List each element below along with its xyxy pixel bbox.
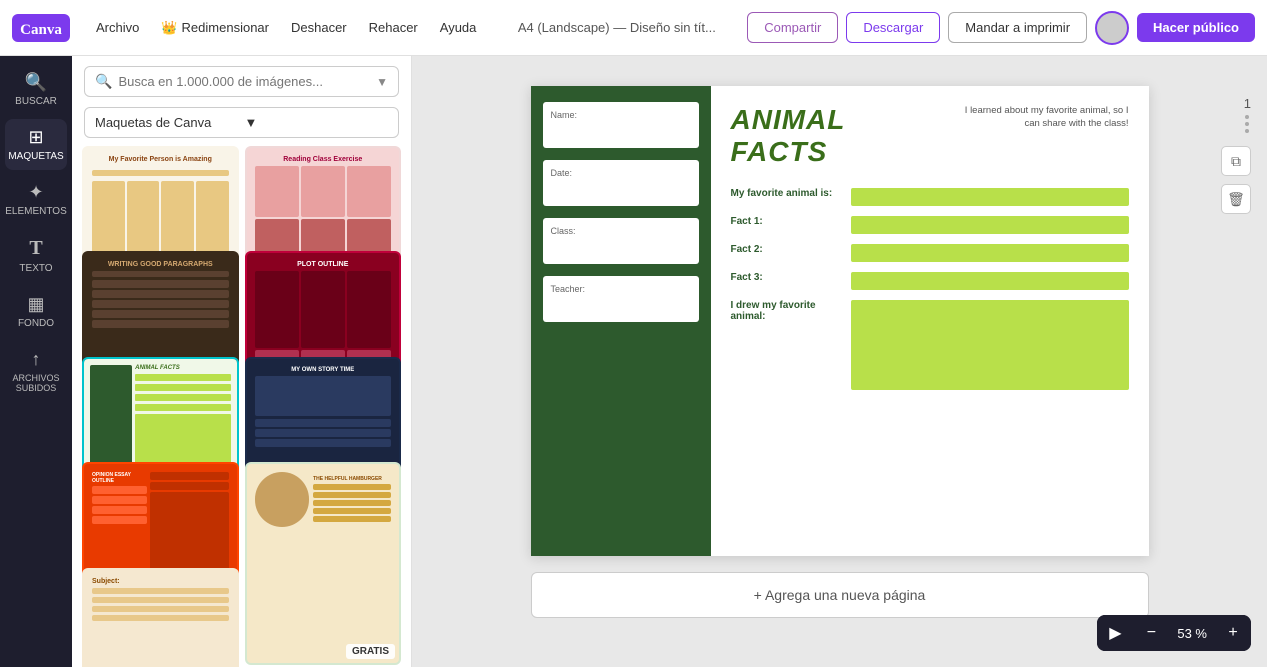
avatar[interactable] <box>1095 11 1129 45</box>
page-dot <box>1245 115 1249 119</box>
design-subtitle: I learned about my favorite animal, so I… <box>949 104 1129 131</box>
archivos-icon: ↑ <box>32 349 41 370</box>
page-actions: ⧉ 🗑 <box>1221 146 1251 214</box>
row-bar-fact2 <box>851 244 1129 262</box>
sidebar-item-label-archivos: ARCHIVOSSUBIDOS <box>12 373 59 393</box>
main-area: 🔍 BUSCAR ⊞ MAQUETAS ✦ ELEMENTOS T TEXTO … <box>0 56 1267 667</box>
design-row-favorite-animal: My favorite animal is: <box>731 188 1129 206</box>
sidebar-item-archivos[interactable]: ↑ ARCHIVOSSUBIDOS <box>5 341 67 401</box>
zoom-level: 53 % <box>1169 626 1215 641</box>
copy-page-button[interactable]: ⧉ <box>1221 146 1251 176</box>
sidebar-item-label-texto: TEXTO <box>19 263 52 274</box>
row-label-fact2: Fact 2: <box>731 244 841 255</box>
zoom-bar: ▶ − 53 % + <box>1097 615 1251 651</box>
design-page: Name: Date: Class: Teacher: ANIMAL FACTS… <box>531 86 1149 556</box>
elementos-icon: ✦ <box>28 182 43 203</box>
canvas-area: 1 ⧉ 🗑 Name: Date: Class: <box>412 56 1267 667</box>
field-class-label: Class: <box>551 226 691 236</box>
topbar: Canva Archivo 👑 Redimensionar Deshacer R… <box>0 0 1267 56</box>
row-label-favorite: My favorite animal is: <box>731 188 841 199</box>
field-date[interactable]: Date: <box>543 160 699 206</box>
add-page-row: + Agrega una nueva página <box>531 572 1149 618</box>
search-panel-icon: 🔍 <box>95 73 112 90</box>
design-row-fact1: Fact 1: <box>731 216 1129 234</box>
template-card-9[interactable]: Subject: <box>82 568 239 667</box>
row-bar-fact1 <box>851 216 1129 234</box>
field-teacher[interactable]: Teacher: <box>543 276 699 322</box>
share-button[interactable]: Compartir <box>747 12 838 43</box>
page-number-bar: 1 <box>1244 96 1251 133</box>
design-main-title: ANIMAL FACTS <box>731 104 949 168</box>
page-number: 1 <box>1244 96 1251 111</box>
gratis-badge-8: GRATIS <box>346 644 395 659</box>
design-row-fact3: Fact 3: <box>731 272 1129 290</box>
maquetas-icon: ⊞ <box>28 127 43 148</box>
sidebar-item-fondo[interactable]: ▦ FONDO <box>5 286 67 337</box>
page-dot <box>1245 122 1249 126</box>
crown-icon: 👑 <box>161 20 177 36</box>
panel-dropdown-row: Maquetas de Canva ▼ <box>72 103 411 146</box>
menu-redimensionar[interactable]: 👑 Redimensionar <box>151 14 279 42</box>
row-bar-fact3 <box>851 272 1129 290</box>
search-input[interactable] <box>118 74 370 89</box>
menu-rehacer[interactable]: Rehacer <box>359 14 428 41</box>
row-bar-drew <box>851 300 1129 390</box>
sidebar-item-buscar[interactable]: 🔍 BUSCAR <box>5 64 67 115</box>
sidebar-item-texto[interactable]: T TEXTO <box>5 229 67 282</box>
zoom-out-button[interactable]: − <box>1133 615 1169 651</box>
row-bar-favorite <box>851 188 1129 206</box>
zoom-in-button[interactable]: + <box>1215 615 1251 651</box>
download-button[interactable]: Descargar <box>846 12 940 43</box>
sidebar-item-label-fondo: FONDO <box>18 318 54 329</box>
panel-category-dropdown[interactable]: Maquetas de Canva ▼ <box>84 107 399 138</box>
fondo-icon: ▦ <box>27 294 44 315</box>
row-label-fact3: Fact 3: <box>731 272 841 283</box>
menu-ayuda[interactable]: Ayuda <box>430 14 487 41</box>
design-title[interactable]: A4 (Landscape) — Diseño sin tít... <box>494 20 739 35</box>
field-name-label: Name: <box>551 110 691 120</box>
field-name[interactable]: Name: <box>543 102 699 148</box>
panel-search-container: 🔍 ▼ <box>84 66 399 97</box>
design-row-drew: I drew my favorite animal: <box>731 300 1129 390</box>
templates-grid: My Favorite Person is Amazing <box>72 146 411 667</box>
sidebar-item-maquetas[interactable]: ⊞ MAQUETAS <box>5 119 67 170</box>
row-label-drew: I drew my favorite animal: <box>731 300 841 322</box>
panel-search-row: 🔍 ▼ <box>72 56 411 103</box>
design-left-column: Name: Date: Class: Teacher: <box>531 86 711 556</box>
field-class[interactable]: Class: <box>543 218 699 264</box>
field-teacher-label: Teacher: <box>551 284 691 294</box>
menu-deshacer[interactable]: Deshacer <box>281 14 357 41</box>
sidebar-item-label-elementos: ELEMENTOS <box>5 206 67 217</box>
sidebar-item-elementos[interactable]: ✦ ELEMENTOS <box>5 174 67 225</box>
panel: 🔍 ▼ Maquetas de Canva ▼ My Favorite Pers… <box>72 56 412 667</box>
design-right-column: ANIMAL FACTS I learned about my favorite… <box>711 86 1149 556</box>
texto-icon: T <box>29 237 42 260</box>
dropdown-arrow-icon: ▼ <box>245 115 389 130</box>
topbar-right: Compartir Descargar Mandar a imprimir Ha… <box>747 11 1255 45</box>
page-dots <box>1245 115 1249 133</box>
delete-page-button[interactable]: 🗑 <box>1221 184 1251 214</box>
search-icon: 🔍 <box>25 72 47 93</box>
topbar-menu: Archivo 👑 Redimensionar Deshacer Rehacer… <box>86 14 486 42</box>
field-date-label: Date: <box>551 168 691 178</box>
page-dot <box>1245 129 1249 133</box>
sidebar-item-label-maquetas: MAQUETAS <box>8 151 63 162</box>
make-public-button[interactable]: Hacer público <box>1137 13 1255 42</box>
category-label: Maquetas de Canva <box>95 115 239 130</box>
template-card-8[interactable]: THE HELPFUL HAMBURGER GRATIS <box>245 462 402 665</box>
menu-archivo[interactable]: Archivo <box>86 14 149 41</box>
canva-logo[interactable]: Canva <box>12 12 70 44</box>
row-label-fact1: Fact 1: <box>731 216 841 227</box>
svg-text:Canva: Canva <box>20 22 62 38</box>
search-dropdown-icon: ▼ <box>376 75 388 89</box>
sidebar: 🔍 BUSCAR ⊞ MAQUETAS ✦ ELEMENTOS T TEXTO … <box>0 56 72 667</box>
sidebar-item-label-buscar: BUSCAR <box>15 96 57 107</box>
design-row-fact2: Fact 2: <box>731 244 1129 262</box>
add-page-button[interactable]: + Agrega una nueva página <box>531 572 1149 618</box>
print-button[interactable]: Mandar a imprimir <box>948 12 1087 43</box>
present-button[interactable]: ▶ <box>1097 615 1133 651</box>
